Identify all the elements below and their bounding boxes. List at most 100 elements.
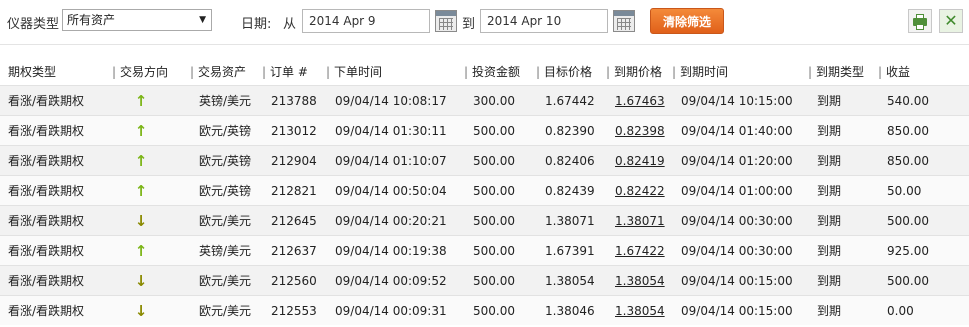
cell-type: 看涨/看跌期权 bbox=[0, 265, 112, 296]
cell-text: 看涨/看跌期权 bbox=[8, 274, 85, 288]
cell-asset: 欧元/美元 bbox=[190, 205, 262, 236]
instrument-select-value: 所有资产 bbox=[67, 13, 116, 27]
cell-profit: 850.00 bbox=[878, 145, 969, 176]
filter-bar: 仪器类型 所有资产 ▼ 日期: 从 2014 Apr 9 到 2014 Apr … bbox=[0, 0, 969, 44]
to-date-input[interactable]: 2014 Apr 10 bbox=[480, 9, 608, 33]
cell-expiry-type: 到期 bbox=[808, 115, 878, 146]
cell-target: 1.67442 bbox=[536, 85, 606, 116]
cell-target: 0.82390 bbox=[536, 115, 606, 146]
cell-order: 212821 bbox=[262, 175, 326, 206]
cell-expiry-time: 09/04/14 00:15:00 bbox=[672, 265, 808, 296]
cell-text: 500.00 bbox=[473, 123, 515, 138]
expiry-price-link[interactable]: 0.82419 bbox=[615, 154, 665, 168]
instrument-select[interactable]: 所有资产 ▼ bbox=[62, 9, 212, 31]
arrow-up-icon: ↑ bbox=[134, 91, 148, 110]
cell-expiry-price: 0.82398 bbox=[606, 115, 672, 146]
cell-text: 09/04/14 00:09:31 bbox=[335, 303, 447, 318]
expiry-price-link[interactable]: 0.82422 bbox=[615, 184, 665, 198]
cell-amount: 500.00 bbox=[464, 295, 536, 325]
col-header[interactable]: | 交易资产 bbox=[190, 58, 262, 86]
cell-target: 1.38046 bbox=[536, 295, 606, 325]
cell-text: 212560 bbox=[271, 273, 317, 288]
cell-amount: 500.00 bbox=[464, 145, 536, 176]
cell-text: 212637 bbox=[271, 243, 317, 258]
cell-text: 500.00 bbox=[473, 183, 515, 198]
cell-expiry-price: 1.38071 bbox=[606, 205, 672, 236]
cell-dir: ↑ bbox=[112, 85, 190, 116]
cell-order: 212645 bbox=[262, 205, 326, 236]
cell-text: 英镑/美元 bbox=[199, 94, 252, 108]
cell-text: 500.00 bbox=[473, 153, 515, 168]
cell-expiry-type: 到期 bbox=[808, 295, 878, 325]
calendar-icon[interactable] bbox=[435, 10, 457, 32]
trades-table: 期权类型 | 交易方向 | 交易资产 | 订单 # | 下单时间 | 投资金额 | 目标价格… bbox=[0, 58, 969, 325]
expiry-price-link[interactable]: 1.38054 bbox=[615, 304, 665, 318]
col-header[interactable]: | 下单时间 bbox=[326, 58, 464, 86]
divider bbox=[0, 44, 969, 45]
cell-text: 09/04/14 10:08:17 bbox=[335, 93, 447, 108]
col-header[interactable]: | 投资金额 bbox=[464, 58, 536, 86]
cell-text: 09/04/14 01:10:07 bbox=[335, 153, 447, 168]
cell-text: 09/04/14 00:30:00 bbox=[681, 243, 793, 258]
cell-text: 500.00 bbox=[887, 273, 929, 288]
cell-expiry-time: 09/04/14 01:00:00 bbox=[672, 175, 808, 206]
cell-type: 看涨/看跌期权 bbox=[0, 295, 112, 325]
cell-text: 212821 bbox=[271, 183, 317, 198]
col-header[interactable]: | 到期时间 bbox=[672, 58, 808, 86]
printer-icon[interactable] bbox=[908, 9, 932, 33]
cell-text: 0.82406 bbox=[545, 153, 595, 168]
excel-icon[interactable]: ✕ bbox=[939, 9, 963, 33]
cell-text: 540.00 bbox=[887, 93, 929, 108]
col-header[interactable]: | 收益 bbox=[878, 58, 969, 86]
col-header[interactable]: | 到期价格 bbox=[606, 58, 672, 86]
arrow-up-icon: ↑ bbox=[134, 241, 148, 260]
expiry-price-link[interactable]: 1.38071 bbox=[615, 214, 665, 228]
cell-asset: 英镑/美元 bbox=[190, 235, 262, 266]
cell-target: 0.82439 bbox=[536, 175, 606, 206]
cell-amount: 500.00 bbox=[464, 205, 536, 236]
col-header[interactable]: | 订单 # bbox=[262, 58, 326, 86]
from-date-input[interactable]: 2014 Apr 9 bbox=[302, 9, 430, 33]
expiry-price-link[interactable]: 1.38054 bbox=[615, 274, 665, 288]
clear-filters-button[interactable]: 清除筛选 bbox=[650, 8, 724, 34]
cell-asset: 欧元/美元 bbox=[190, 265, 262, 296]
cell-text: 看涨/看跌期权 bbox=[8, 214, 85, 228]
cell-dir: ↓ bbox=[112, 295, 190, 325]
cell-text: 到期 bbox=[817, 244, 842, 258]
table-row: 看涨/看跌期权 ↑ 欧元/英镑 213012 09/04/14 01:30:11 500.… bbox=[0, 115, 969, 146]
cell-type: 看涨/看跌期权 bbox=[0, 205, 112, 236]
cell-time: 09/04/14 00:09:52 bbox=[326, 265, 464, 296]
col-header[interactable]: | 目标价格 bbox=[536, 58, 606, 86]
expiry-price-link[interactable]: 1.67463 bbox=[615, 94, 665, 108]
cell-expiry-time: 09/04/14 00:30:00 bbox=[672, 205, 808, 236]
cell-text: 09/04/14 00:09:52 bbox=[335, 273, 447, 288]
cell-text: 英镑/美元 bbox=[199, 244, 252, 258]
cell-text: 09/04/14 00:30:00 bbox=[681, 213, 793, 228]
cell-text: 欧元/英镑 bbox=[199, 124, 252, 138]
cell-profit: 0.00 bbox=[878, 295, 969, 325]
cell-target: 0.82406 bbox=[536, 145, 606, 176]
col-header[interactable]: 期权类型 bbox=[0, 58, 112, 86]
cell-text: 看涨/看跌期权 bbox=[8, 124, 85, 138]
cell-time: 09/04/14 00:20:21 bbox=[326, 205, 464, 236]
table-row: 看涨/看跌期权 ↑ 欧元/英镑 212904 09/04/14 01:10:07 500.… bbox=[0, 145, 969, 176]
cell-order: 212904 bbox=[262, 145, 326, 176]
cell-text: 300.00 bbox=[473, 93, 515, 108]
col-header[interactable]: | 到期类型 bbox=[808, 58, 878, 86]
cell-text: 850.00 bbox=[887, 153, 929, 168]
cell-target: 1.67391 bbox=[536, 235, 606, 266]
cell-text: 到期 bbox=[817, 94, 842, 108]
col-header[interactable]: | 交易方向 bbox=[112, 58, 190, 86]
calendar-icon[interactable] bbox=[613, 10, 635, 32]
cell-profit: 500.00 bbox=[878, 205, 969, 236]
cell-text: 看涨/看跌期权 bbox=[8, 304, 85, 318]
cell-text: 到期 bbox=[817, 154, 842, 168]
cell-expiry-price: 0.82419 bbox=[606, 145, 672, 176]
cell-dir: ↑ bbox=[112, 235, 190, 266]
cell-dir: ↑ bbox=[112, 115, 190, 146]
cell-text: 500.00 bbox=[473, 273, 515, 288]
expiry-price-link[interactable]: 1.67422 bbox=[615, 244, 665, 258]
cell-expiry-price: 1.67422 bbox=[606, 235, 672, 266]
expiry-price-link[interactable]: 0.82398 bbox=[615, 124, 665, 138]
cell-text: 看涨/看跌期权 bbox=[8, 94, 85, 108]
